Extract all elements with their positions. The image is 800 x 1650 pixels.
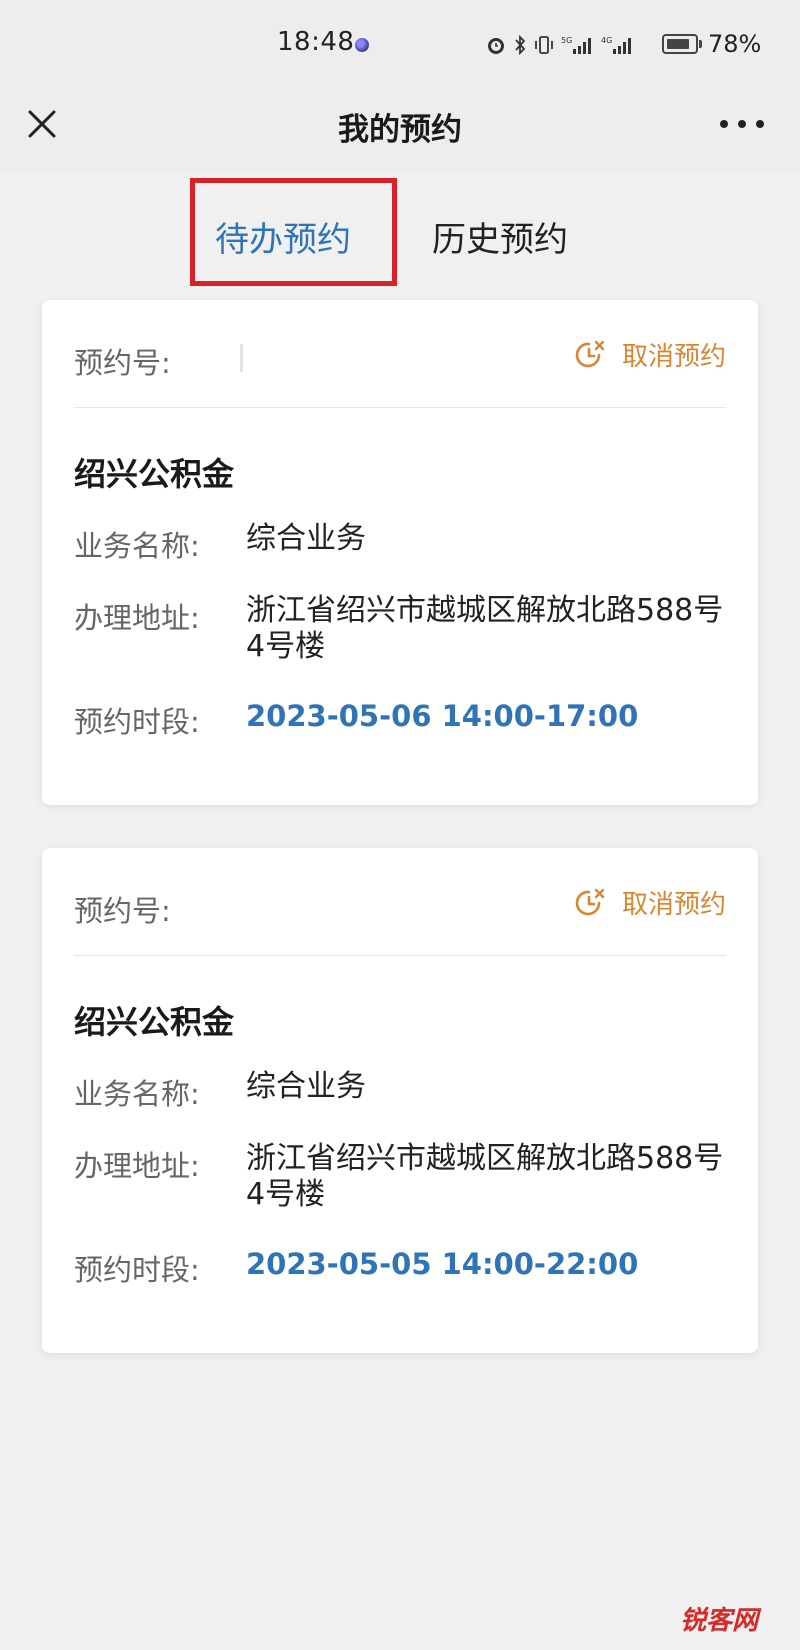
- appointment-card: 预约号: 取消预约 绍兴公积金 业务名称: 综合业务 办理地址: 浙江省绍兴市越…: [42, 848, 758, 1353]
- battery-percent: 78%: [708, 30, 762, 58]
- svg-text:4G: 4G: [601, 36, 612, 45]
- org-name: 绍兴公积金: [74, 1003, 235, 1041]
- more-icon[interactable]: [720, 112, 764, 136]
- address-label: 办理地址:: [74, 601, 200, 635]
- appointment-card: 预约号: 取消预约 绍兴公积金 业务名称: 综合业务 办理地址: 浙江省绍兴市越…: [42, 300, 758, 805]
- status-icons: 5G 4G: [485, 30, 635, 60]
- cancel-appointment-button[interactable]: 取消预约: [572, 884, 726, 921]
- time-value: 2023-05-06 14:00-17:00: [246, 699, 639, 733]
- battery-icon: [662, 34, 702, 54]
- vibrate-icon: [535, 36, 553, 54]
- org-name: 绍兴公积金: [74, 455, 235, 493]
- signal-5g-icon: 5G: [561, 36, 591, 54]
- tab-history[interactable]: 历史预约: [432, 212, 568, 261]
- cancel-appointment-label: 取消预约: [621, 890, 726, 920]
- time-label: 预约时段:: [74, 1253, 200, 1287]
- time-value: 2023-05-05 14:00-22:00: [246, 1247, 639, 1281]
- signal-4g-icon: 4G: [601, 36, 631, 54]
- notification-dot-icon: [355, 38, 369, 52]
- alarm-icon: [488, 38, 504, 54]
- svg-text:5G: 5G: [561, 36, 572, 45]
- highlight-box: [190, 178, 397, 286]
- nav-bar: 我的预约: [0, 92, 800, 172]
- business-label: 业务名称:: [74, 529, 200, 563]
- address-value: 浙江省绍兴市越城区解放北路588号4号楼: [246, 1141, 724, 1212]
- business-label: 业务名称:: [74, 1077, 200, 1111]
- appointment-number-label: 预约号:: [74, 346, 171, 380]
- cancel-appointment-label: 取消预约: [621, 342, 726, 372]
- card-header: 预约号: 取消预约: [74, 300, 726, 408]
- status-time: 18:48: [277, 27, 355, 57]
- status-bar: 18:48 5G 4G 78%: [0, 0, 800, 92]
- card-header: 预约号: 取消预约: [74, 848, 726, 956]
- clock-cancel-icon: [575, 888, 605, 915]
- tab-bar: 待办预约 历史预约: [0, 172, 800, 292]
- appointment-number-redacted: [240, 344, 243, 372]
- clock-cancel-icon: [575, 340, 605, 367]
- business-value: 综合业务: [246, 1069, 366, 1104]
- business-value: 综合业务: [246, 521, 366, 556]
- page-title: 我的预约: [338, 112, 462, 148]
- cancel-appointment-button[interactable]: 取消预约: [572, 336, 726, 373]
- address-value: 浙江省绍兴市越城区解放北路588号4号楼: [246, 593, 724, 664]
- bluetooth-icon: [515, 34, 526, 56]
- time-label: 预约时段:: [74, 705, 200, 739]
- watermark-logo: 锐客网: [680, 1606, 759, 1636]
- address-label: 办理地址:: [74, 1149, 200, 1183]
- appointment-number-label: 预约号:: [74, 894, 171, 928]
